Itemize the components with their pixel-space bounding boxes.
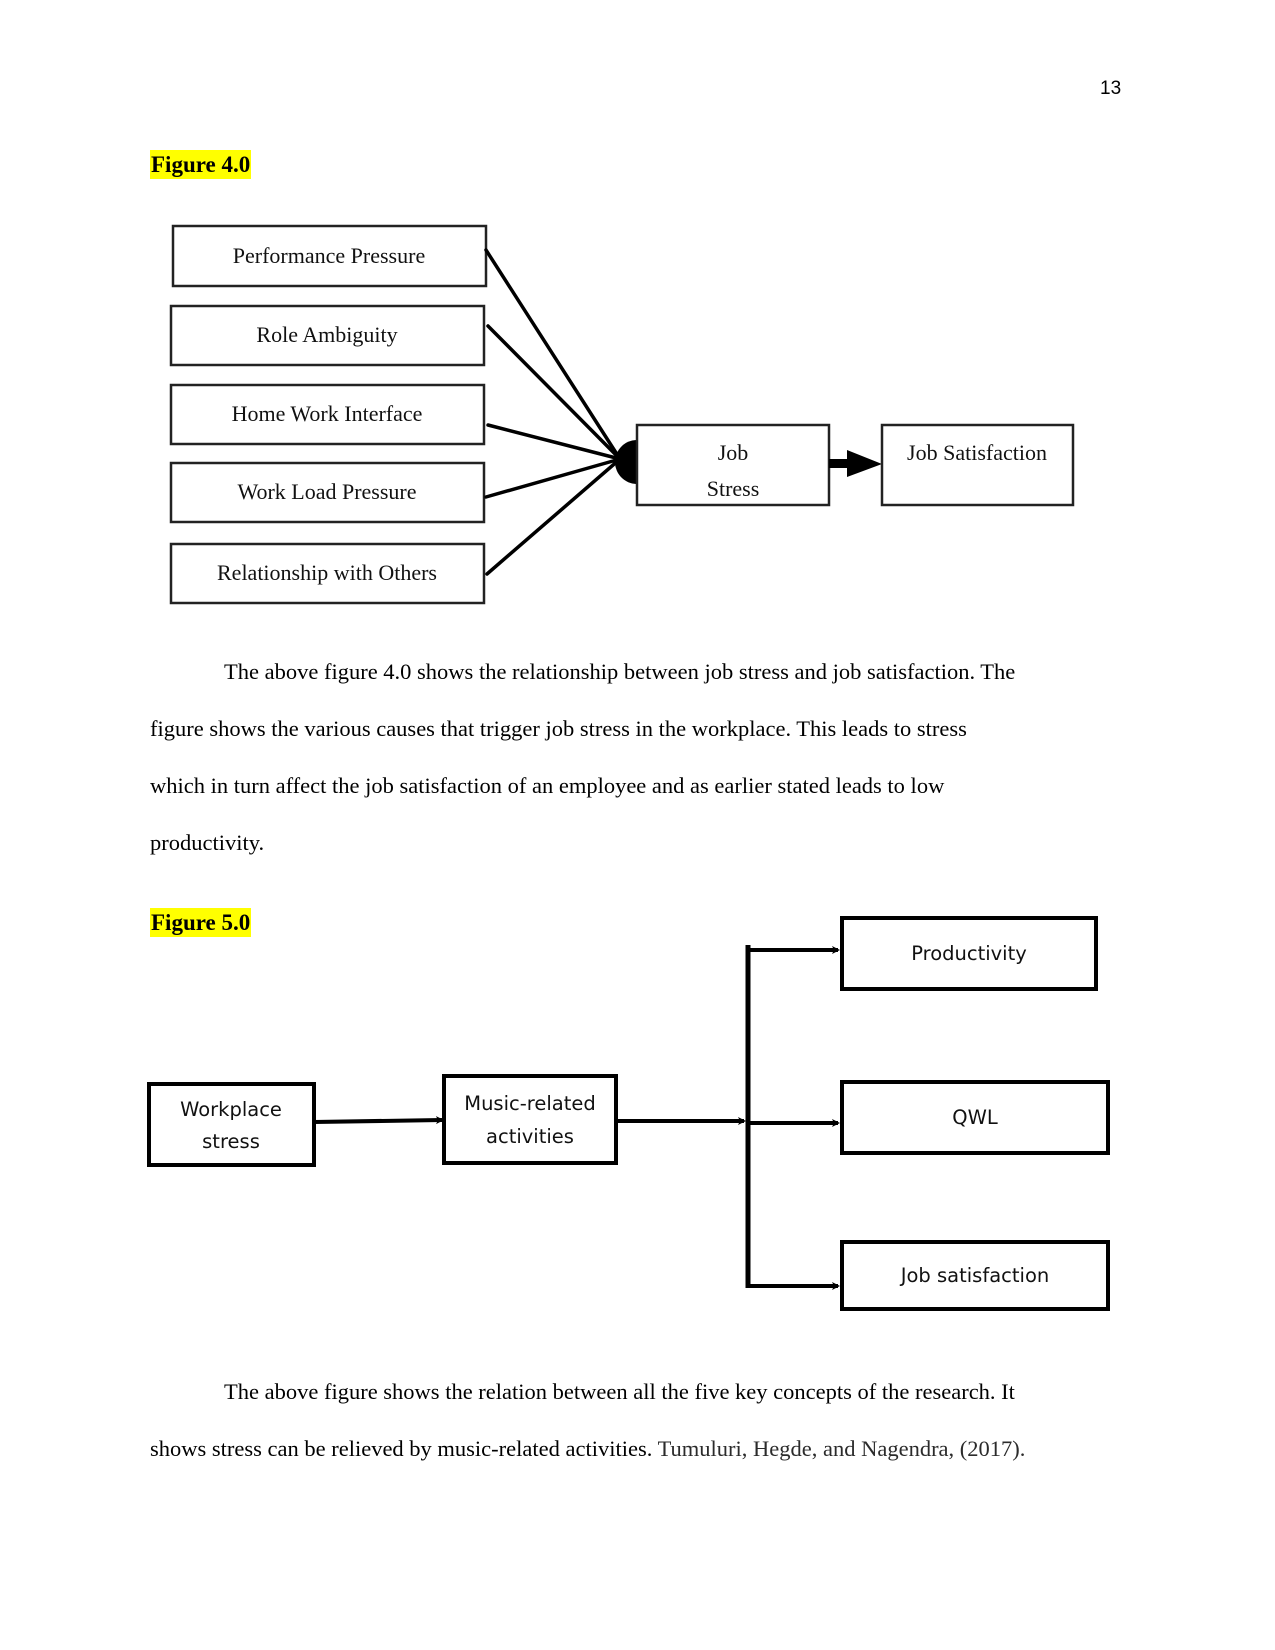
qwl-box: QWL xyxy=(840,1080,1110,1155)
workplace-stress-box: Workplace stress xyxy=(147,1082,316,1167)
connector-line xyxy=(484,248,622,461)
paragraph-line: The above figure 4.0 shows the relations… xyxy=(150,643,1130,700)
cause-box-role-ambiguity: Role Ambiguity xyxy=(169,304,486,367)
connector-line xyxy=(486,324,622,461)
cause-box-performance-pressure: Performance Pressure xyxy=(171,224,488,288)
junction-semicircle xyxy=(615,440,637,484)
thick-arrow xyxy=(829,450,882,477)
paragraph-line: which in turn affect the job satisfactio… xyxy=(150,773,945,798)
job-stress-box: Job Stress xyxy=(635,423,831,507)
cause-label: Performance Pressure xyxy=(233,243,425,268)
job-satisfaction-outcome-label: Job satisfaction xyxy=(899,1264,1049,1287)
job-satisfaction-outcome-box: Job satisfaction xyxy=(840,1240,1110,1311)
workplace-stress-line2: stress xyxy=(202,1130,260,1153)
paragraph-text: shows stress can be relieved by music-re… xyxy=(150,1436,653,1461)
job-satisfaction-label: Job Satisfaction xyxy=(907,440,1047,465)
job-stress-line2: Stress xyxy=(707,476,760,501)
arrow-to-music xyxy=(313,1116,444,1125)
cause-box-work-load-pressure: Work Load Pressure xyxy=(169,461,486,524)
cause-box-home-work-interface: Home Work Interface xyxy=(169,383,486,446)
music-activities-line2: activities xyxy=(486,1125,574,1148)
figure-5-label: Figure 5.0 xyxy=(150,908,252,937)
cause-label: Role Ambiguity xyxy=(256,322,397,347)
paragraph-line: figure shows the various causes that tri… xyxy=(150,716,967,741)
music-activities-line1: Music-related xyxy=(464,1092,596,1115)
citation: Tumuluri, Hegde, and Nagendra, (2017). xyxy=(657,1436,1026,1461)
workplace-stress-line1: Workplace xyxy=(180,1098,282,1121)
paragraph-text: The above figure shows the relation betw… xyxy=(224,1379,1015,1404)
music-activities-box: Music-related activities xyxy=(442,1074,618,1165)
paragraph-line: The above figure shows the relation betw… xyxy=(150,1363,1150,1420)
paragraph-figure-5: The above figure shows the relation betw… xyxy=(150,1363,1150,1477)
paragraph-line: productivity. xyxy=(150,830,265,855)
converging-lines xyxy=(484,248,622,576)
productivity-label: Productivity xyxy=(911,942,1027,965)
cause-label: Relationship with Others xyxy=(217,560,437,585)
paragraph-text: The above figure 4.0 shows the relations… xyxy=(224,659,1016,684)
cause-label: Work Load Pressure xyxy=(237,479,416,504)
paragraph-line: shows stress can be relieved by music-re… xyxy=(150,1420,1150,1477)
job-satisfaction-box: Job Satisfaction xyxy=(880,423,1075,507)
cause-label: Home Work Interface xyxy=(232,401,423,426)
productivity-box: Productivity xyxy=(840,916,1098,991)
cause-box-relationship-with-others: Relationship with Others xyxy=(169,542,486,605)
job-stress-line1: Job xyxy=(718,440,749,465)
qwl-label: QWL xyxy=(952,1106,998,1129)
paragraph-figure-4: The above figure 4.0 shows the relations… xyxy=(150,643,1130,871)
